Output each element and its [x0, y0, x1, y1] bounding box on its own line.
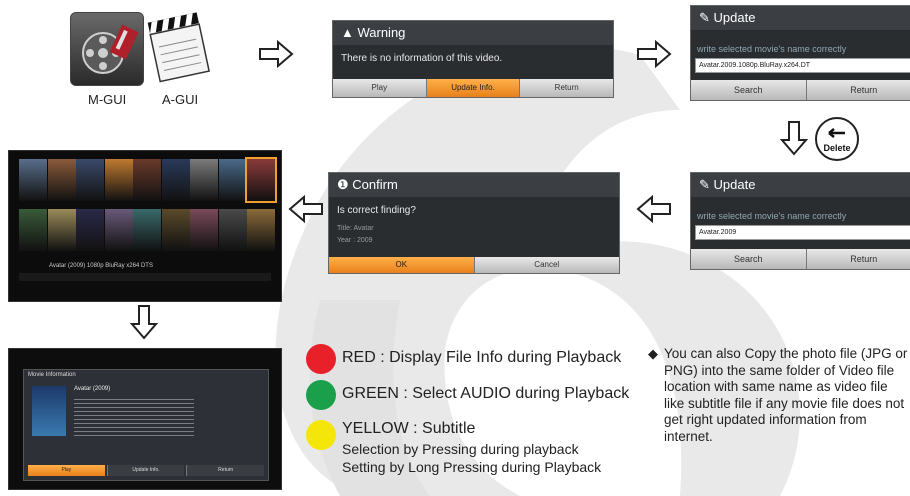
movie-poster-thumbnail[interactable]: [104, 159, 133, 201]
green-legend: GREEN : Select AUDIO during Playback: [342, 385, 630, 402]
update-title-text: Update: [713, 10, 756, 25]
poster-image: [32, 386, 66, 436]
update-buttons: Search Return: [691, 80, 910, 100]
pencil-icon: ✎: [699, 177, 714, 192]
yellow-button-icon: [306, 420, 336, 450]
info-text-block: [74, 396, 194, 436]
ok-button[interactable]: OK: [329, 257, 474, 273]
green-button-icon: [306, 380, 336, 410]
movie-poster-thumbnail[interactable]: [76, 159, 104, 201]
movie-poster-thumbnail[interactable]: [133, 159, 161, 201]
movie-name-input[interactable]: Avatar.2009: [695, 225, 910, 240]
confirm-buttons: OK Cancel: [329, 257, 619, 273]
search-button[interactable]: Search: [691, 249, 806, 269]
update-hint: write selected movie's name correctly: [697, 44, 847, 54]
arrow-left-icon: [288, 195, 323, 223]
update-dialog: ✎ Update write selected movie's name cor…: [690, 5, 910, 101]
update-dialog-title: ✎ Update: [691, 6, 910, 30]
yellow-legend-line3: Setting by Long Pressing during Playback: [342, 459, 602, 475]
warning-dialog: ▲ Warning There is no information of thi…: [332, 20, 614, 98]
confirm-title-text: Confirm: [352, 177, 398, 192]
warning-title-text: Warning: [357, 25, 406, 40]
info-movie: Avatar (2009): [74, 386, 111, 392]
note-text: You can also Copy the photo file (JPG or…: [664, 346, 908, 444]
update-dialog-2-title: ✎ Update: [691, 173, 910, 197]
movie-poster-thumbnail[interactable]: [190, 159, 218, 201]
confirm-line1: Title: Avatar: [337, 225, 374, 232]
confirm-line2: Year : 2009: [337, 237, 373, 244]
cancel-button[interactable]: Cancel: [473, 257, 619, 273]
agui-icon[interactable]: [145, 5, 211, 85]
arrow-down-icon: [130, 305, 158, 340]
movie-poster-thumbnail[interactable]: [133, 209, 161, 251]
update-title-text: Update: [713, 177, 756, 192]
update-buttons: Search Return: [691, 249, 910, 269]
grid-caption: Avatar (2009) 1080p BluRay x264 DTS: [49, 263, 153, 269]
arrow-down-icon: [780, 121, 808, 156]
update-dialog-2: ✎ Update write selected movie's name cor…: [690, 172, 910, 270]
movie-poster-thumbnail[interactable]: [47, 159, 76, 201]
pencil-icon: ✎: [699, 10, 714, 25]
warning-buttons: Play Update Info. Return: [333, 79, 613, 97]
confirm-dialog-title: ❶ Confirm: [329, 173, 619, 197]
info-icon: ❶: [337, 177, 353, 192]
movie-poster-thumbnail[interactable]: [19, 159, 47, 201]
red-button-icon: [306, 344, 336, 374]
movie-poster-thumbnail[interactable]: [218, 209, 247, 251]
movie-poster-thumbnail[interactable]: [19, 209, 47, 251]
info-panel: Movie Information Avatar (2009) Play Upd…: [23, 369, 269, 481]
movie-poster-thumbnail[interactable]: [47, 209, 76, 251]
warning-icon: ▲: [341, 25, 358, 40]
delete-label: Delete: [823, 143, 851, 153]
mgui-icon[interactable]: [70, 12, 144, 86]
return-button[interactable]: Return: [519, 79, 613, 97]
note-bullet-icon: ◆: [648, 346, 658, 361]
update-info-button[interactable]: Update Info.: [425, 79, 520, 97]
play-button[interactable]: Play: [333, 79, 426, 97]
info-buttons: Play Update Info. Return: [28, 465, 265, 476]
warning-message: There is no information of this video.: [341, 53, 503, 64]
movie-poster-thumbnail[interactable]: [161, 209, 190, 251]
return-button[interactable]: Return: [186, 465, 265, 476]
info-title: Movie Information: [28, 372, 76, 378]
agui-caption: A-GUI: [162, 92, 199, 107]
warning-dialog-title: ▲ Warning: [333, 21, 613, 45]
movie-poster-thumbnail[interactable]: [161, 159, 190, 201]
movie-poster-thumbnail[interactable]: [247, 209, 275, 251]
movie-name-input[interactable]: Avatar.2009.1080p.BluRay.x264.DT: [695, 58, 910, 73]
update-info-button[interactable]: Update Info.: [106, 465, 185, 476]
arrow-right-icon: [259, 40, 294, 68]
update-hint: write selected movie's name correctly: [697, 211, 847, 221]
movie-poster-thumbnail[interactable]: [104, 209, 133, 251]
grid-footer: [19, 273, 271, 281]
play-button[interactable]: Play: [28, 465, 105, 476]
arrow-right-icon: [637, 40, 672, 68]
movie-poster-thumbnail[interactable]: [245, 157, 277, 203]
arrow-left-icon: [636, 195, 671, 223]
return-button[interactable]: Return: [805, 80, 910, 100]
movie-poster-thumbnail[interactable]: [76, 209, 104, 251]
delete-key[interactable]: Delete: [815, 117, 859, 161]
return-button[interactable]: Return: [805, 249, 910, 269]
movie-grid-screen: Avatar (2009) 1080p BluRay x264 DTS: [8, 150, 282, 302]
yellow-legend: YELLOW : Subtitle: [342, 420, 476, 437]
back-arrow-icon: [828, 128, 845, 138]
search-button[interactable]: Search: [691, 80, 806, 100]
movie-poster-thumbnail[interactable]: [218, 159, 247, 201]
red-legend: RED : Display File Info during Playback: [342, 349, 622, 366]
confirm-message: Is correct finding?: [337, 205, 416, 216]
movie-info-screen: Movie Information Avatar (2009) Play Upd…: [8, 348, 282, 490]
mgui-caption: M-GUI: [88, 92, 127, 107]
confirm-dialog: ❶ Confirm Is correct finding? Title: Ava…: [328, 172, 620, 274]
yellow-legend-line2: Selection by Pressing during playback: [342, 441, 579, 457]
movie-poster-thumbnail[interactable]: [190, 209, 218, 251]
